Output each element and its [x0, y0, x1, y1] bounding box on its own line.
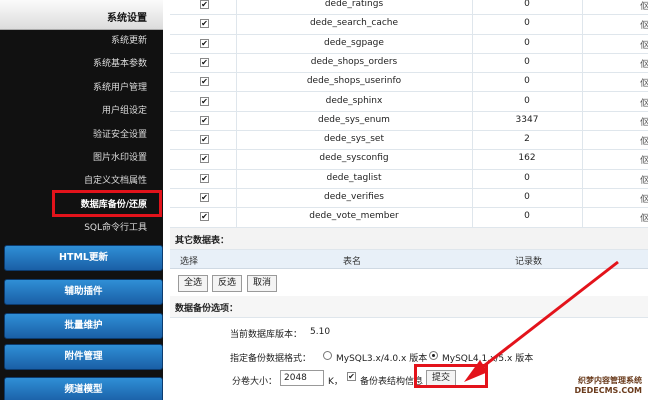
annotation-arrow-icon [464, 260, 619, 382]
watermark-line-1: 织梦内容管理系统 [578, 376, 642, 385]
watermark: 织梦内容管理系统 DEDECMS.COM [575, 376, 642, 396]
watermark-line-2: DEDECMS.COM [574, 386, 642, 395]
